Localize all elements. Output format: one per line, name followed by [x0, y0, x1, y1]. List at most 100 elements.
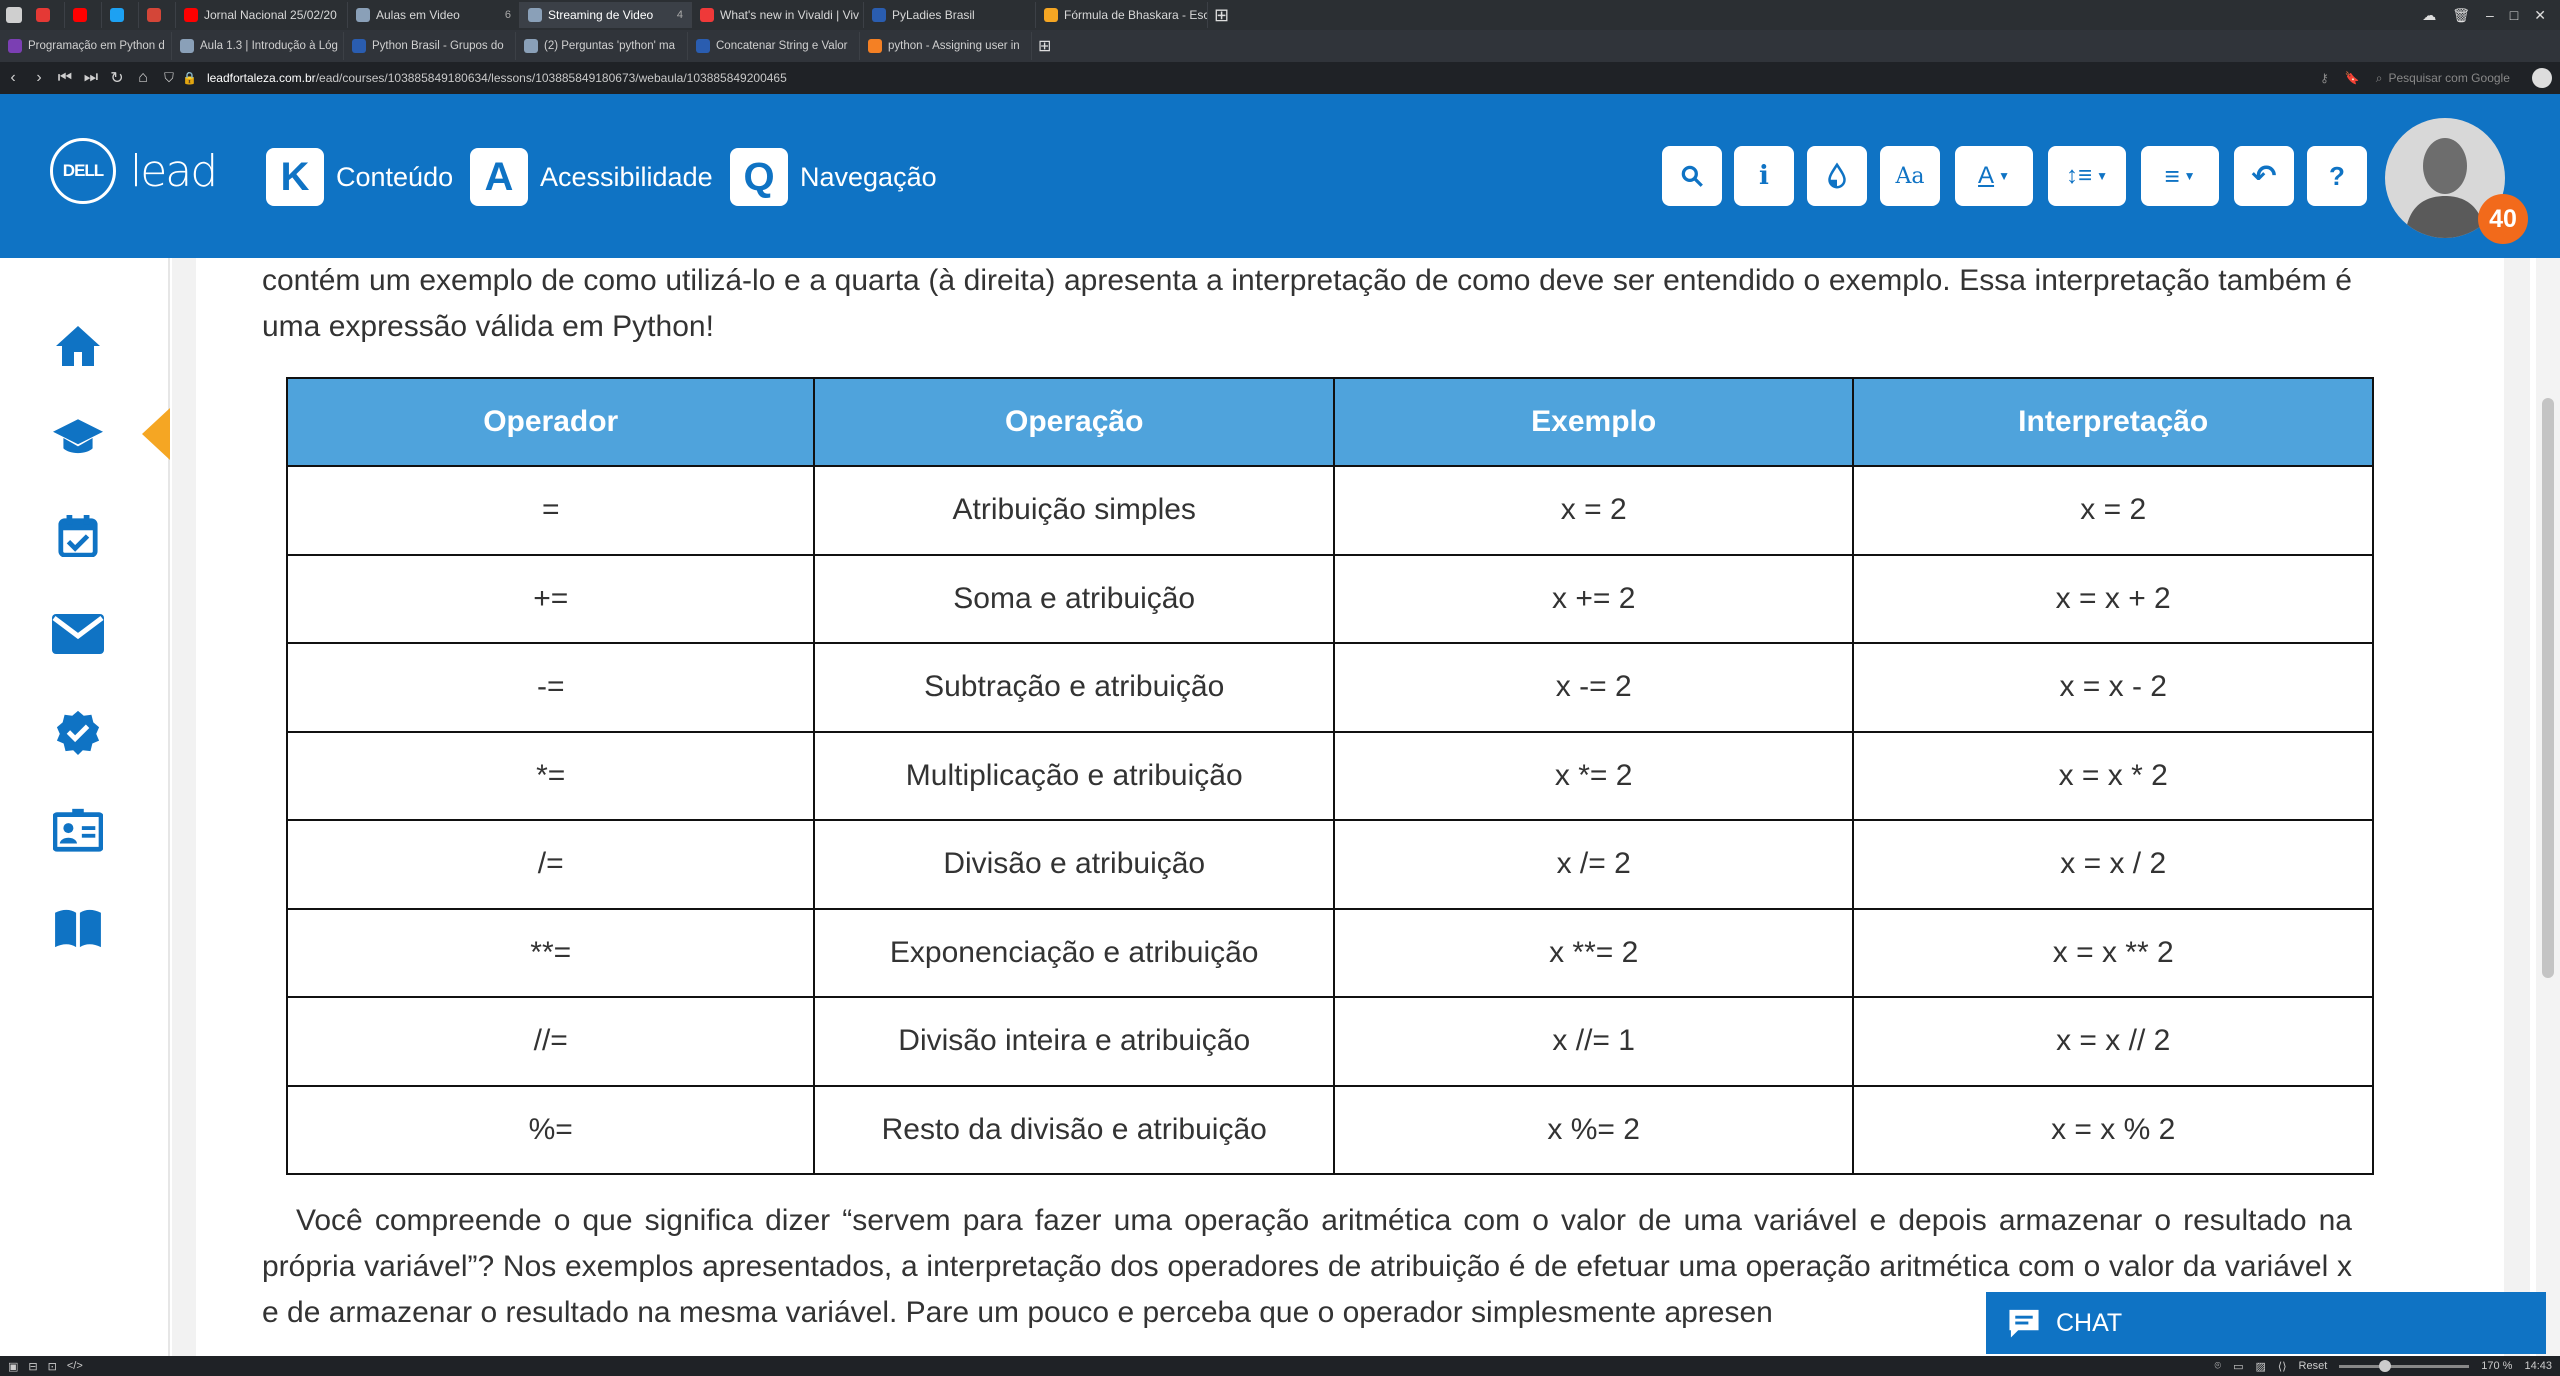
chat-button[interactable]: CHAT [1986, 1292, 2546, 1354]
home-icon[interactable]: ⌂ [130, 69, 156, 87]
panel-toggle-icon[interactable]: ▣ [8, 1360, 18, 1373]
sidebar-item-messages[interactable] [52, 608, 104, 660]
cell-operador: //= [285, 996, 816, 1087]
contrast-icon [1828, 162, 1846, 189]
table-row: /= Divisão e atribuição x /= 2x = x / 2 [285, 819, 2374, 910]
paragraph-spacing-dropdown[interactable]: ≡ ▼ [2141, 146, 2219, 206]
cell-exemplo: x /= 2 [1332, 819, 1855, 910]
menu-conteudo[interactable]: K Conteúdo [266, 148, 453, 206]
notification-badge[interactable]: 40 [2478, 194, 2528, 244]
cell-interpretacao: x = x + 2 [1852, 553, 2374, 644]
info-button[interactable]: i [1734, 146, 1794, 206]
calendar-icon [58, 515, 98, 557]
stacked-tab[interactable]: Aula 1.3 | Introdução à Lóg [172, 32, 344, 60]
chevron-down-icon: ▼ [2183, 169, 2196, 183]
line-spacing-dropdown[interactable]: ↕≡ ▼ [2048, 146, 2126, 206]
zoom-slider[interactable] [2339, 1359, 2470, 1372]
help-icon: ? [2329, 160, 2345, 191]
url-field[interactable]: leadfortaleza.com.br/ead/courses/1038858… [207, 71, 787, 85]
magnifier-icon: ⌕ [2375, 70, 2383, 85]
page-actions-icon[interactable]: ⟨⟩ [2278, 1360, 2287, 1373]
cloud-icon[interactable]: ☁ [2422, 7, 2436, 24]
scrollbar-thumb[interactable] [2542, 398, 2554, 978]
code-icon[interactable]: </> [67, 1360, 83, 1372]
lock-icon: 🔒 [182, 71, 197, 85]
browser-tab[interactable]: What's new in Vivaldi | Viv [692, 2, 864, 28]
key-icon[interactable]: ⚷ [2320, 71, 2329, 85]
cell-exemplo: x **= 2 [1332, 907, 1855, 998]
browser-tab[interactable]: Jornal Nacional 25/02/20 [176, 2, 348, 28]
bookmark-icon[interactable]: 🔖 [2345, 71, 2360, 85]
cell-operador: **= [285, 907, 816, 998]
reload-icon[interactable]: ↻ [104, 68, 130, 88]
new-tab-button[interactable]: ⊞ [1214, 5, 1229, 26]
sidebar-item-profile[interactable] [52, 804, 104, 856]
pinned-tab[interactable] [28, 2, 65, 28]
contrast-button[interactable] [1807, 146, 1867, 206]
cell-interpretacao: x = x // 2 [1852, 996, 2374, 1087]
sidebar-item-home[interactable] [52, 320, 104, 372]
stacked-tabs-bar: Programação em Python d Aula 1.3 | Introd… [0, 30, 2560, 62]
menu-acessibilidade[interactable]: A Acessibilidade [470, 148, 713, 206]
search-field[interactable]: ⚷ 🔖 ⌕ Pesquisar com Google [2320, 67, 2520, 89]
zoom-reset[interactable]: Reset [2299, 1360, 2328, 1372]
tab-favicon-icon [180, 39, 194, 53]
fast-forward-icon[interactable]: ⏭ [78, 69, 104, 87]
cell-interpretacao: x = x % 2 [1852, 1084, 2374, 1175]
sidebar-item-courses[interactable] [52, 412, 104, 464]
stacked-tab[interactable]: Concatenar String e Valor [688, 32, 860, 60]
tile-icon[interactable]: ⊟ [28, 1360, 37, 1373]
text-color-dropdown[interactable]: A ▼ [1955, 146, 2033, 206]
maximize-icon[interactable]: □ [2510, 7, 2518, 24]
trash-icon[interactable]: 🗑 [2452, 7, 2470, 24]
stacked-tab[interactable]: python - Assigning user in [860, 32, 1032, 60]
tab-favicon-icon [872, 8, 886, 22]
cell-interpretacao: x = x / 2 [1852, 819, 2374, 910]
cell-interpretacao: x = x ** 2 [1852, 907, 2374, 998]
stacked-tab[interactable]: Programação em Python d [0, 32, 172, 60]
help-button[interactable]: ? [2307, 146, 2367, 206]
menu-navegacao-label: Navegação [800, 161, 937, 192]
verified-badge-icon [56, 710, 100, 755]
pinned-tab[interactable] [102, 2, 139, 28]
sidebar-item-certificates[interactable] [52, 706, 104, 758]
page-scrollbar[interactable] [2536, 258, 2560, 1358]
font-size-button[interactable]: Aa [1880, 146, 1940, 206]
window-icon[interactable]: ⊡ [48, 1360, 57, 1373]
tab-favicon-icon [36, 8, 50, 22]
stacked-tab[interactable]: (2) Perguntas 'python' ma [516, 32, 688, 60]
stacked-tab[interactable]: Python Brasil - Grupos do [344, 32, 516, 60]
menu-navegacao[interactable]: Q Navegação [730, 148, 937, 206]
image-icon[interactable]: ▨ [2256, 1360, 2266, 1373]
forward-icon[interactable]: › [26, 69, 52, 87]
screen-icon[interactable]: ▭ [2233, 1360, 2243, 1373]
browser-tab[interactable]: Streaming de Video 4 [520, 2, 692, 28]
rewind-icon[interactable]: ⏮ [52, 69, 78, 87]
chat-bubble-icon [2009, 1309, 2039, 1338]
tab-stack-count: 4 [676, 9, 683, 21]
browser-tab[interactable]: Fórmula de Bhaskara - Esc [1036, 2, 1208, 28]
cell-operacao: Resto da divisão e atribuição [813, 1084, 1335, 1175]
undo-button[interactable]: ↶ [2234, 146, 2294, 206]
browser-tab[interactable]: Aulas em Video 6 [348, 2, 520, 28]
cell-operador: -= [285, 642, 816, 733]
camera-icon[interactable]: ⌾ [2215, 1360, 2222, 1373]
pinned-tab[interactable] [139, 2, 176, 28]
profile-icon[interactable] [2532, 68, 2552, 88]
add-tab-icon[interactable]: ⊞ [1038, 36, 1051, 56]
tab-favicon-icon [528, 8, 542, 22]
minimize-icon[interactable]: – [2486, 7, 2494, 24]
browser-tab[interactable]: PyLadies Brasil [864, 2, 1036, 28]
vivaldi-menu-icon[interactable] [6, 7, 22, 23]
header-exemplo: Exemplo [1332, 377, 1855, 467]
shield-icon[interactable]: ⛉ [156, 70, 182, 86]
stacked-tab-label: (2) Perguntas 'python' ma [544, 40, 675, 52]
sidebar-item-library[interactable] [52, 902, 104, 954]
window-controls: ☁ 🗑 – □ ✕ [2422, 7, 2560, 24]
close-window-icon[interactable]: ✕ [2534, 7, 2546, 24]
tab-favicon-icon [110, 8, 124, 22]
search-button[interactable] [1662, 146, 1722, 206]
pinned-tab[interactable] [65, 2, 102, 28]
back-icon[interactable]: ‹ [0, 69, 26, 87]
sidebar-item-calendar[interactable] [52, 510, 104, 562]
